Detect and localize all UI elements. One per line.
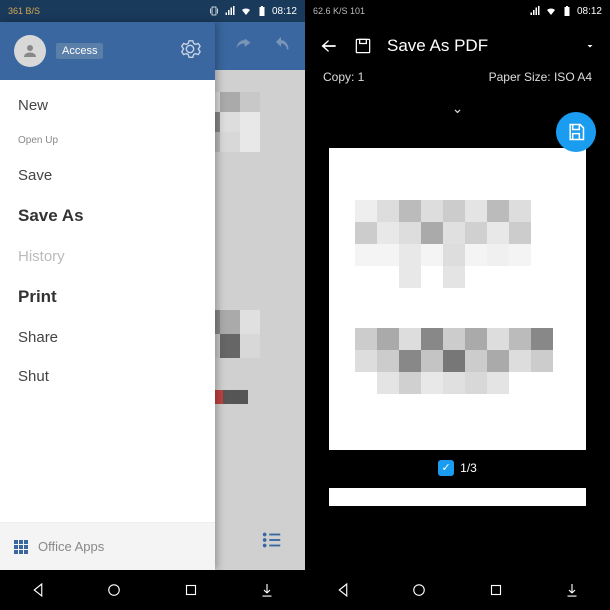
menu-item-shut[interactable]: Shut [0,357,215,396]
paper-size: Paper Size: ISO A4 [489,70,592,84]
drawer-footer[interactable]: Office Apps [0,522,215,570]
navigation-bar [0,570,610,610]
vibrate-icon [208,5,220,17]
nav-recent-icon[interactable] [182,581,200,599]
preview-area: ✓ 1/3 [329,148,586,506]
share-icon[interactable] [233,36,253,56]
nav-home-icon[interactable] [410,581,428,599]
back-icon[interactable] [319,36,339,56]
clock: 08:12 [272,6,297,17]
menu-item-history[interactable]: History [0,237,215,276]
page-title: Save As PDF [387,36,570,56]
undo-icon[interactable] [271,36,291,56]
battery-icon [561,5,573,17]
dropdown-icon[interactable] [584,40,596,52]
list-view-icon[interactable] [261,529,283,556]
wifi-icon [240,5,252,17]
menu-item-share[interactable]: Share [0,318,215,357]
drawer-menu: Access New Open Up Save Save As History … [0,22,215,570]
save-pdf-icon [353,36,373,56]
settings-button[interactable] [179,38,201,65]
signal-icon [224,5,236,17]
save-icon [566,122,586,142]
office-apps-label: Office Apps [38,539,104,554]
menu-item-save[interactable]: Save [0,156,215,195]
nav-back-icon[interactable] [334,581,352,599]
menu-item-open[interactable]: Open Up [0,125,215,156]
copy-count: Copy: 1 [323,70,364,84]
avatar[interactable] [14,35,46,67]
menu-item-new[interactable]: New [0,86,215,125]
nav-down-icon[interactable] [563,581,581,599]
access-badge[interactable]: Access [56,43,103,59]
pixelated-content [355,328,553,394]
next-page-preview[interactable] [329,488,586,506]
apps-grid-icon [14,540,28,554]
pdf-header: Save As PDF [305,22,610,70]
nav-recent-icon[interactable] [487,581,505,599]
network-speed: 361 B/S [8,6,40,16]
nav-home-icon[interactable] [105,581,123,599]
wifi-icon [545,5,557,17]
pixelated-content [355,200,553,288]
page-selected-checkbox[interactable]: ✓ [438,460,454,476]
nav-back-icon[interactable] [29,581,47,599]
save-fab-button[interactable] [556,112,596,152]
menu-item-save-as[interactable]: Save As [0,195,215,237]
gear-icon [179,38,201,60]
clock: 08:12 [577,6,602,17]
page-preview[interactable] [329,148,586,450]
nav-down-icon[interactable] [258,581,276,599]
status-bar: 62.6 K/S 101 08:12 [305,0,610,22]
page-number: 1/3 [460,461,477,475]
page-counter: ✓ 1/3 [438,460,477,476]
menu-item-print[interactable]: Print [0,276,215,318]
network-speed: 62.6 K/S 101 [313,6,365,16]
drawer-menu-list: New Open Up Save Save As History Print S… [0,80,215,522]
drawer-header: Access [0,22,215,80]
status-bar: 361 B/S 08:12 [0,0,305,22]
signal-icon [529,5,541,17]
battery-icon [256,5,268,17]
